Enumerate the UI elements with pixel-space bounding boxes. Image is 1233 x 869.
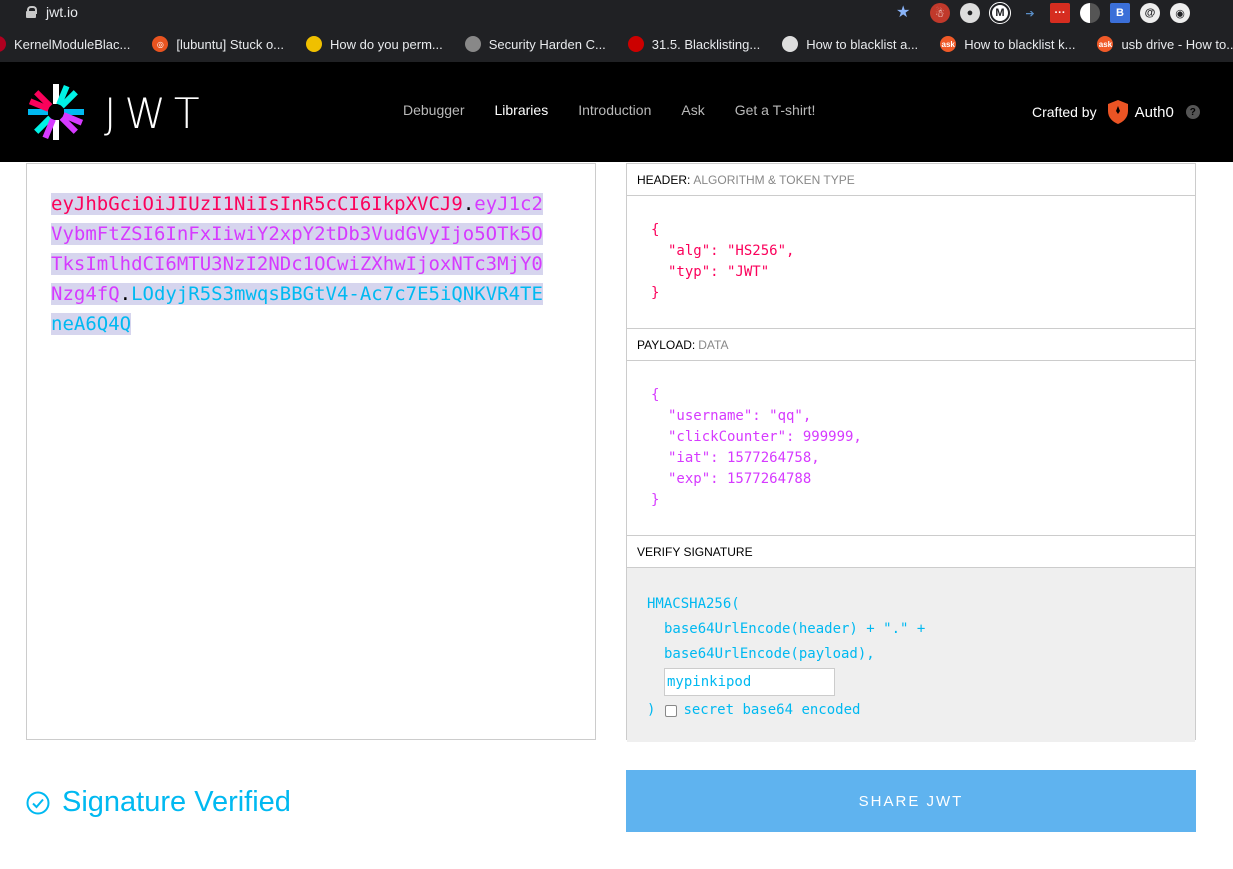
payload-json-editor[interactable]: { "username": "qq", "clickCounter": 9999… <box>627 361 1195 536</box>
json-line: "alg": "HS256", <box>668 243 795 259</box>
verify-line: base64UrlEncode(header) + "." + <box>664 621 926 637</box>
askubuntu-icon: ask <box>1097 36 1114 52</box>
bookmark-label: [lubuntu] Stuck o... <box>176 36 285 52</box>
main-menu: Debugger Libraries Introduction Ask Get … <box>403 102 815 118</box>
bookmark-label: usb drive - How to... <box>1121 36 1233 52</box>
redhat-icon <box>627 36 644 52</box>
m-icon[interactable]: M <box>989 2 1011 24</box>
bookmark-label: KernelModuleBlac... <box>14 36 131 52</box>
bookmark-label: How to blacklist k... <box>964 36 1076 52</box>
check-circle-icon <box>26 791 50 814</box>
bookmark-item[interactable]: How do you perm... <box>306 36 443 52</box>
json-line: "username": "qq", <box>668 408 812 424</box>
nav-ask[interactable]: Ask <box>681 102 704 118</box>
santa-icon[interactable]: ☃ <box>930 3 950 23</box>
bookmarks-bar: KernelModuleBlac... ◎ [lubuntu] Stuck o.… <box>0 26 1233 62</box>
close-paren: ) <box>647 702 656 718</box>
token-dot: . <box>462 193 475 215</box>
lock-icon <box>26 6 37 18</box>
bookmark-label: Security Harden C... <box>488 36 606 52</box>
bookmark-item[interactable]: How to blacklist a... <box>782 36 918 52</box>
jwt-logo-icon[interactable] <box>26 82 86 142</box>
payload-subtitle: DATA <box>698 338 729 352</box>
bookmark-item[interactable]: 31.5. Blacklisting... <box>627 36 761 52</box>
nav-tshirt[interactable]: Get a T-shirt! <box>735 102 816 118</box>
bookmark-item[interactable]: Security Harden C... <box>464 36 606 52</box>
token-header: eyJhbGciOiJIUzI1NiIsInR5cCI6IkpXVCJ9 <box>51 193 463 215</box>
jwt-wordmark: JWT <box>104 89 208 138</box>
crafted-by[interactable]: Crafted by Auth0 ? <box>1032 100 1200 124</box>
arrow-icon[interactable]: ➔ <box>1020 3 1040 23</box>
base64-row: ) secret base64 encoded <box>647 698 1175 723</box>
bookmark-item[interactable]: KernelModuleBlac... <box>0 36 130 52</box>
header-title: HEADER: <box>637 173 691 187</box>
at-icon[interactable]: @ <box>1140 3 1160 23</box>
ubuntu-icon: ◎ <box>152 36 169 52</box>
crafted-by-label: Crafted by <box>1032 104 1097 120</box>
circle-icon[interactable]: ◉ <box>1170 3 1190 23</box>
verify-signature-box: HMACSHA256( base64UrlEncode(header) + ".… <box>627 568 1195 742</box>
decoded-panel: HEADER: ALGORITHM & TOKEN TYPE { "alg": "… <box>626 163 1196 742</box>
header-section-title: HEADER: ALGORITHM & TOKEN TYPE <box>627 164 1195 196</box>
record-icon[interactable]: ● <box>960 3 980 23</box>
url-text: jwt.io <box>46 4 78 20</box>
bookmark-label: How do you perm... <box>330 36 443 52</box>
browser-address-bar: jwt.io ★ ☃ ● M ➔ ··· B @ ◉ <box>0 0 1233 26</box>
auth0-shield-icon <box>1107 100 1128 124</box>
verify-line: HMACSHA256( <box>647 596 740 612</box>
payload-section-title: PAYLOAD: DATA <box>627 329 1195 361</box>
extension-icons: ☃ ● M ➔ ··· B @ ◉ <box>930 2 1190 24</box>
bookmark-label: 31.5. Blacklisting... <box>651 36 761 52</box>
share-jwt-button[interactable]: SHARE JWT <box>626 770 1196 832</box>
json-line: { <box>651 387 660 403</box>
bookmark-item[interactable]: ◎ [lubuntu] Stuck o... <box>152 36 284 52</box>
penguin-icon <box>782 36 799 52</box>
site-header: JWT Debugger Libraries Introduction Ask … <box>0 62 1233 162</box>
token-dot: . <box>119 283 132 305</box>
verify-line: base64UrlEncode(payload), <box>664 646 875 662</box>
bookmark-favicon-icon <box>0 36 6 52</box>
header-subtitle: ALGORITHM & TOKEN TYPE <box>693 173 855 187</box>
nav-debugger[interactable]: Debugger <box>403 102 465 118</box>
nav-introduction[interactable]: Introduction <box>578 102 651 118</box>
json-line: "exp": 1577264788 <box>668 471 812 487</box>
signature-status: Signature Verified <box>26 786 291 819</box>
bookmark-star-icon[interactable]: ★ <box>896 2 910 22</box>
auth0-brand: Auth0 <box>1134 103 1174 121</box>
verify-section-title: VERIFY SIGNATURE <box>627 536 1195 568</box>
payload-title: PAYLOAD: <box>637 338 696 352</box>
linux-icon <box>306 36 323 52</box>
help-icon[interactable]: ? <box>1185 105 1200 119</box>
signature-status-text: Signature Verified <box>62 786 291 818</box>
json-line: "clickCounter": 999999, <box>668 429 862 445</box>
secret-input[interactable] <box>664 668 835 696</box>
json-line: } <box>651 285 660 301</box>
contrast-icon[interactable] <box>1080 3 1100 23</box>
header-json-editor[interactable]: { "alg": "HS256", "typ": "JWT" } <box>627 196 1195 329</box>
json-line: { <box>651 222 660 238</box>
encoded-token[interactable]: eyJhbGciOiJIUzI1NiIsInR5cCI6IkpXVCJ9.eyJ… <box>51 189 543 339</box>
nav-libraries[interactable]: Libraries <box>495 102 549 118</box>
base64-label: secret base64 encoded <box>683 702 861 718</box>
cup-icon <box>464 36 481 52</box>
bookmark-label: How to blacklist a... <box>806 36 919 52</box>
bookmark-item[interactable]: ask How to blacklist k... <box>940 36 1075 52</box>
url-field[interactable]: jwt.io <box>12 1 922 23</box>
dots-icon[interactable]: ··· <box>1050 3 1070 23</box>
base64-checkbox[interactable] <box>665 704 678 717</box>
bookmark-item[interactable]: ask usb drive - How to... <box>1097 36 1233 52</box>
b-icon[interactable]: B <box>1110 3 1130 23</box>
encoded-panel[interactable]: eyJhbGciOiJIUzI1NiIsInR5cCI6IkpXVCJ9.eyJ… <box>26 163 596 740</box>
json-line: } <box>651 492 660 508</box>
askubuntu-icon: ask <box>940 36 957 52</box>
json-line: "iat": 1577264758, <box>668 450 820 466</box>
json-line: "typ": "JWT" <box>668 264 770 280</box>
